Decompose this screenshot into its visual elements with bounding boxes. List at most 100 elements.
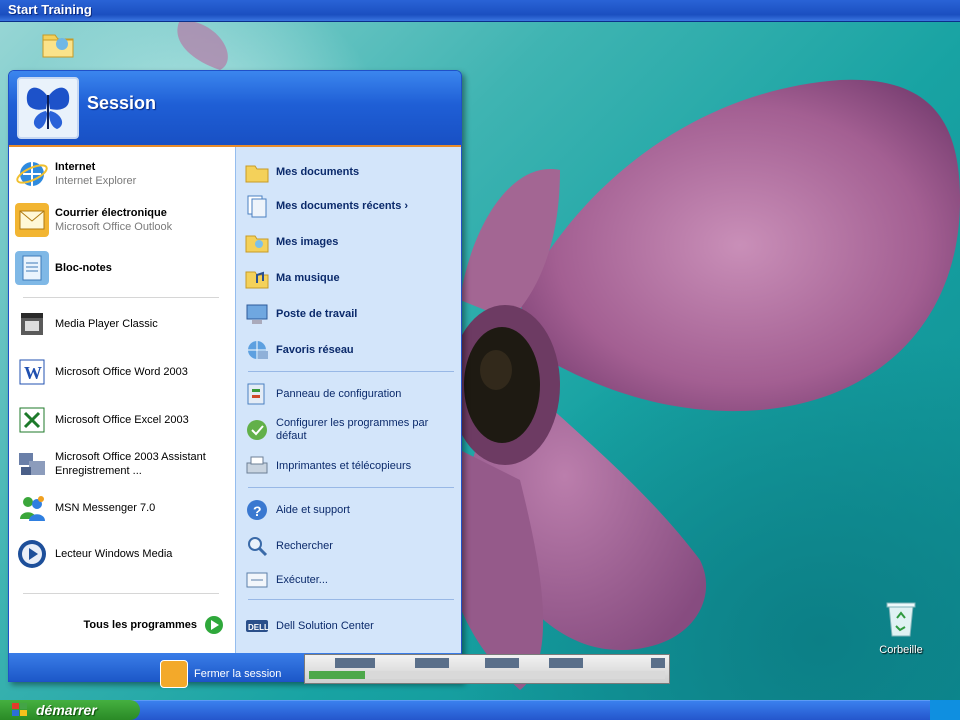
place-item-my-computer[interactable]: Poste de travail xyxy=(244,299,456,329)
recent-item-label: MSN Messenger 7.0 xyxy=(55,502,156,514)
help-item-help-and-support[interactable]: ? Aide et support xyxy=(244,495,456,525)
pinned-item-subtitle: Microsoft Office Outlook xyxy=(55,221,173,233)
toolbar-segment xyxy=(549,658,583,668)
toolbar-segment xyxy=(485,658,519,668)
recent-item-label: Lecteur Windows Media xyxy=(55,548,173,560)
control-panel-icon xyxy=(244,381,270,407)
folder-icon xyxy=(244,159,270,185)
svg-text:?: ? xyxy=(253,503,262,519)
recent-item-word[interactable]: W Microsoft Office Word 2003 xyxy=(15,351,231,393)
system-item-label: Configurer les programmes par défaut xyxy=(276,417,429,442)
extra-item-dell-solution-center[interactable]: DELL Dell Solution Center xyxy=(244,611,456,641)
place-item-my-pictures[interactable]: Mes images xyxy=(244,227,456,257)
logoff-button[interactable]: Fermer la session xyxy=(160,660,281,688)
arrow-right-icon xyxy=(205,616,223,634)
recent-item-label: Microsoft Office 2003 Assistant Enregist… xyxy=(55,451,206,477)
place-item-label: Favoris réseau xyxy=(276,343,354,356)
extra-item-label: Dell Solution Center xyxy=(276,619,374,632)
svg-text:DELL: DELL xyxy=(248,623,269,632)
system-item-control-panel[interactable]: Panneau de configuration xyxy=(244,379,456,409)
menu-divider xyxy=(23,593,219,594)
recent-item-windows-media[interactable]: Lecteur Windows Media xyxy=(15,533,231,575)
run-icon xyxy=(244,567,270,593)
recent-item-media-player-classic[interactable]: Media Player Classic xyxy=(15,303,231,345)
recycle-bin-shortcut[interactable]: Corbeille xyxy=(866,600,936,656)
window-title-bar: Start Training xyxy=(0,0,960,22)
start-button-label: démarrer xyxy=(36,702,97,718)
window-title: Start Training xyxy=(8,2,92,17)
recent-item-excel[interactable]: Microsoft Office Excel 2003 xyxy=(15,399,231,441)
menu-divider xyxy=(23,297,219,298)
taskbar xyxy=(0,700,960,720)
all-programs-label: Tous les programmes xyxy=(83,619,198,631)
system-item-label: Panneau de configuration xyxy=(276,387,402,400)
toolbar-segment xyxy=(415,658,449,668)
place-item-label: Mes documents récents › xyxy=(276,199,409,212)
menu-divider xyxy=(248,487,454,488)
place-item-my-music[interactable]: Ma musique xyxy=(244,263,456,293)
svg-text:W: W xyxy=(24,363,42,383)
toolbar-segment xyxy=(335,658,375,668)
menu-divider xyxy=(248,371,454,372)
music-folder-icon xyxy=(244,265,270,291)
help-item-run[interactable]: Exécuter... xyxy=(244,565,456,595)
notepad-icon xyxy=(15,251,49,285)
start-menu: Session Internet Internet Explorer Courri… xyxy=(8,70,462,682)
menu-divider xyxy=(248,599,454,600)
toolbar-strip xyxy=(365,671,665,679)
system-item-label: Imprimantes et télécopieurs xyxy=(276,459,412,472)
outlook-icon xyxy=(15,203,49,237)
place-item-label: Poste de travail xyxy=(276,307,358,320)
user-name: Session xyxy=(87,93,157,113)
recent-item-msn-messenger[interactable]: MSN Messenger 7.0 xyxy=(15,487,231,529)
system-item-default-programs[interactable]: Configurer les programmes par défaut xyxy=(244,415,456,445)
pinned-item-subtitle: Internet Explorer xyxy=(55,175,137,187)
user-avatar[interactable] xyxy=(17,77,79,139)
start-button[interactable]: démarrer xyxy=(0,700,140,720)
place-item-label: Mes documents xyxy=(276,165,360,178)
network-icon xyxy=(244,337,270,363)
pinned-item-internet[interactable]: Internet Internet Explorer xyxy=(15,153,231,195)
place-item-label: Mes images xyxy=(276,235,339,248)
pinned-item-notepad[interactable]: Bloc-notes xyxy=(15,247,231,289)
desktop-folder-shortcut[interactable] xyxy=(40,26,76,62)
recent-item-label: Microsoft Office Word 2003 xyxy=(55,366,188,378)
help-item-label: Exécuter... xyxy=(276,573,328,586)
default-programs-icon xyxy=(244,417,270,443)
all-programs-button[interactable]: Tous les programmes xyxy=(9,605,235,645)
butterfly-icon xyxy=(26,87,70,129)
help-icon: ? xyxy=(244,497,270,523)
logoff-label: Fermer la session xyxy=(194,668,282,680)
place-item-network[interactable]: Favoris réseau xyxy=(244,335,456,365)
computer-icon xyxy=(244,301,270,327)
start-menu-places: Mes documents Mes documents récents › Me… xyxy=(235,147,461,653)
internet-explorer-icon xyxy=(15,157,49,191)
help-item-label: Rechercher xyxy=(276,539,333,552)
start-menu-header: Session xyxy=(9,71,461,147)
recent-item-label: Microsoft Office Excel 2003 xyxy=(55,414,189,426)
folder-icon xyxy=(42,34,74,58)
office-assistant-icon xyxy=(15,447,49,481)
pinned-item-title: Internet xyxy=(55,161,96,173)
system-item-printers[interactable]: Imprimantes et télécopieurs xyxy=(244,451,456,481)
recent-item-office-assistant[interactable]: Microsoft Office 2003 Assistant Enregist… xyxy=(15,443,231,485)
place-item-recent-documents[interactable]: Mes documents récents › xyxy=(244,191,456,221)
recent-docs-icon xyxy=(244,193,270,219)
place-item-my-documents[interactable]: Mes documents xyxy=(244,157,456,187)
recycle-bin-icon xyxy=(885,600,917,638)
floating-toolbar[interactable] xyxy=(304,654,670,684)
windows-logo-icon xyxy=(12,703,27,716)
media-player-classic-icon xyxy=(15,307,49,341)
printers-icon xyxy=(244,453,270,479)
word-icon: W xyxy=(15,355,49,389)
recent-item-label: Media Player Classic xyxy=(55,318,158,330)
toolbar-segment xyxy=(651,658,665,668)
pinned-item-title: Bloc-notes xyxy=(55,262,112,274)
logoff-icon xyxy=(160,660,188,688)
system-tray xyxy=(930,700,960,720)
help-item-search[interactable]: Rechercher xyxy=(244,531,456,561)
help-item-label: Aide et support xyxy=(276,503,350,516)
pinned-item-mail[interactable]: Courrier électronique Microsoft Office Ou… xyxy=(15,199,231,241)
msn-messenger-icon xyxy=(15,491,49,525)
start-menu-programs: Internet Internet Explorer Courrier élect… xyxy=(9,147,235,653)
